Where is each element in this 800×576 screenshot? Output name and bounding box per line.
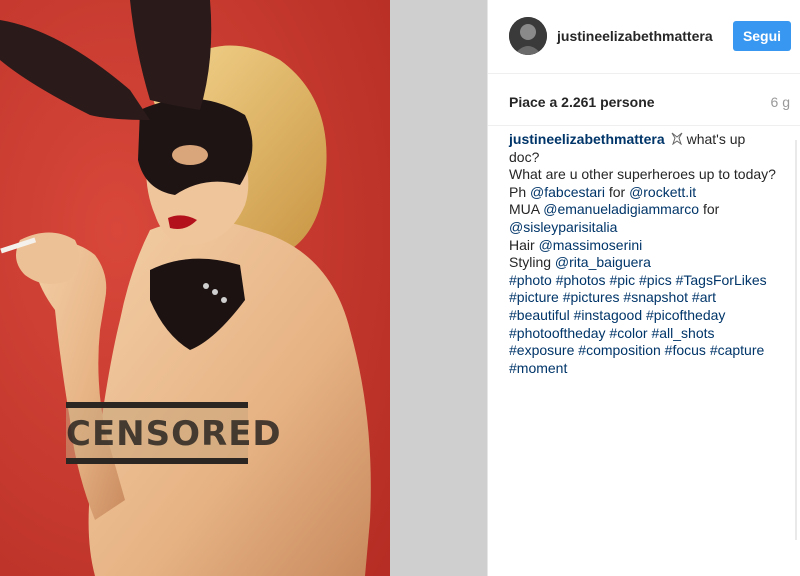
- hashtag-link[interactable]: #instagood: [574, 307, 643, 323]
- hashtag-list: #photo #photos #pic #pics #TagsForLikes …: [509, 272, 767, 376]
- post-side-panel: justineelizabethmattera Segui Piace a 2.…: [487, 0, 800, 576]
- hashtag-link[interactable]: #pics: [639, 272, 672, 288]
- hashtag-link[interactable]: #capture: [710, 342, 764, 358]
- caption-for-text: for: [699, 201, 720, 218]
- bunny-emoji-icon: [671, 132, 683, 145]
- hashtag-link[interactable]: #moment: [509, 360, 567, 376]
- censored-stamp: CENSORED: [66, 414, 282, 454]
- hashtag-link[interactable]: #composition: [578, 342, 661, 358]
- post-header: justineelizabethmattera Segui: [488, 0, 800, 74]
- caption-username-link[interactable]: justineelizabethmattera: [509, 131, 665, 147]
- mention-link[interactable]: @rockett.it: [629, 184, 696, 200]
- likes-count[interactable]: Piace a 2.261 persone: [509, 94, 655, 110]
- mention-link[interactable]: @rita_baiguera: [555, 254, 651, 270]
- caption-styling-prefix: Styling: [509, 254, 555, 271]
- hashtag-link[interactable]: #photo: [509, 272, 552, 288]
- hashtag-link[interactable]: #exposure: [509, 342, 574, 358]
- avatar-image: [509, 17, 547, 55]
- hashtag-link[interactable]: #snapshot: [623, 289, 688, 305]
- caption-for-text: for: [604, 183, 630, 200]
- mention-link[interactable]: @sisleyparisitalia: [509, 219, 617, 235]
- caption-hair-prefix: Hair: [509, 236, 539, 253]
- hashtag-link[interactable]: #beautiful: [509, 307, 570, 323]
- caption: justineelizabethmattera what's up doc? Wh…: [509, 131, 779, 377]
- avatar[interactable]: [509, 17, 547, 55]
- hashtag-link[interactable]: #pic: [609, 272, 635, 288]
- post-photo-artwork: [0, 0, 390, 576]
- photo-side-gap: [390, 0, 487, 576]
- hashtag-link[interactable]: #picture: [509, 289, 559, 305]
- post-age[interactable]: 6 g: [771, 94, 790, 110]
- header-username-link[interactable]: justineelizabethmattera: [557, 28, 713, 44]
- hashtag-link[interactable]: #all_shots: [651, 325, 714, 341]
- hashtag-link[interactable]: #photos: [556, 272, 606, 288]
- hashtag-link[interactable]: #picoftheday: [646, 307, 725, 323]
- caption-mua-prefix: MUA: [509, 201, 544, 218]
- hashtag-link[interactable]: #pictures: [563, 289, 620, 305]
- caption-line-2: What are u other superheroes up to today…: [509, 166, 776, 183]
- panel-scrollbar[interactable]: [795, 140, 797, 540]
- likes-row: Piace a 2.261 persone 6 g: [488, 74, 800, 126]
- caption-ph-prefix: Ph: [509, 183, 531, 200]
- hashtag-link[interactable]: #TagsForLikes: [676, 272, 767, 288]
- hashtag-link[interactable]: #focus: [665, 342, 706, 358]
- hashtag-link[interactable]: #art: [692, 289, 716, 305]
- hashtag-link[interactable]: #photooftheday: [509, 325, 606, 341]
- hashtag-link[interactable]: #color: [609, 325, 647, 341]
- mention-link[interactable]: @fabcestari: [530, 184, 605, 200]
- follow-button[interactable]: Segui: [733, 21, 791, 51]
- mention-link[interactable]: @massimoserini: [539, 237, 643, 253]
- mention-link[interactable]: @emanueladigiammarco: [543, 201, 699, 217]
- post-photo[interactable]: CENSORED: [0, 0, 390, 576]
